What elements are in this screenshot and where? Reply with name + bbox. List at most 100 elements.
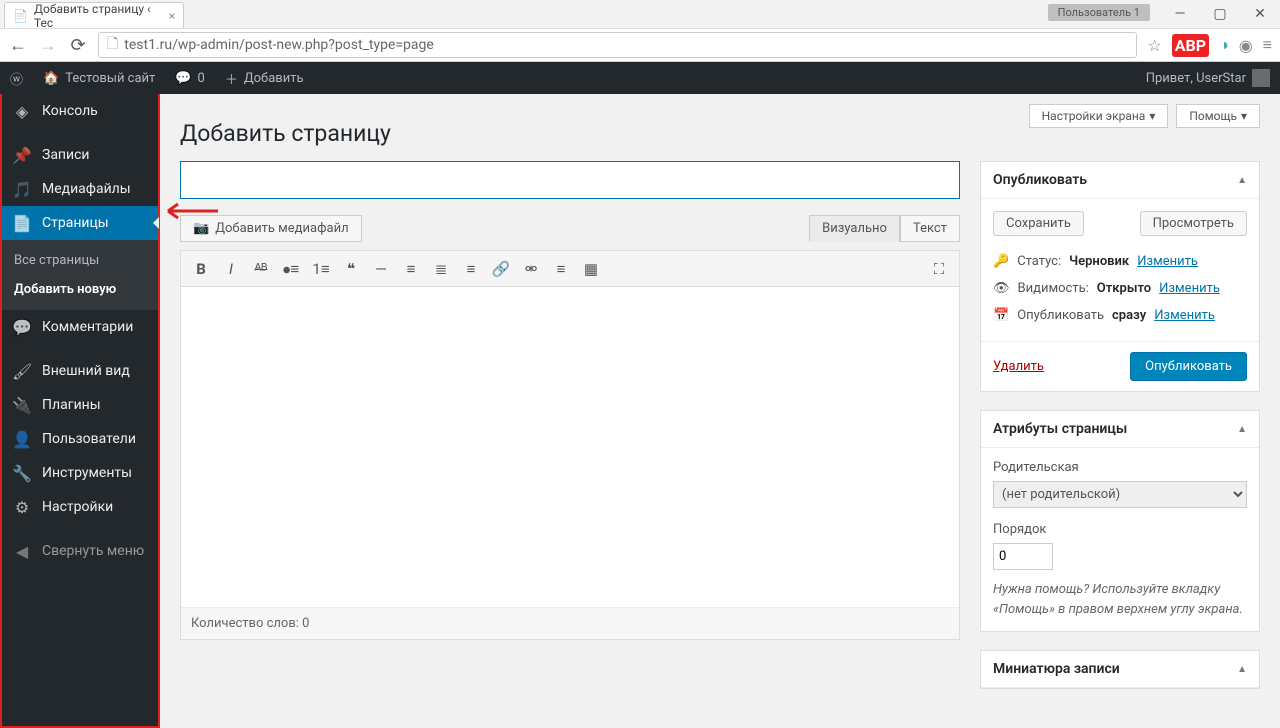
extension-icon[interactable]: ◑ [1219, 35, 1229, 55]
link-button[interactable]: 🔗 [487, 255, 515, 283]
preview-button[interactable]: Просмотреть [1140, 211, 1247, 236]
editor-textarea[interactable] [181, 287, 959, 607]
sidebar-item-tools[interactable]: 🔧Инструменты [2, 456, 158, 490]
close-window-button[interactable]: ✕ [1240, 0, 1280, 28]
eye-icon: 👁 [993, 281, 1010, 296]
word-count: Количество слов: 0 [181, 607, 959, 639]
screen-options-tab[interactable]: Настройки экрана▾ [1029, 104, 1169, 128]
parent-select[interactable]: (нет родительской) [993, 481, 1247, 508]
back-icon[interactable]: ← [8, 35, 28, 56]
comment-icon: 💬 [12, 318, 32, 337]
align-center-button[interactable]: ≣ [427, 255, 455, 283]
editor-toolbar: B I ᴬᴮ ⦁≡ 1≡ ❝ — ≡ ≣ ≡ 🔗 ⚮ ≡ ▦ [181, 251, 959, 287]
toolbar-toggle-button[interactable]: ▦ [577, 255, 605, 283]
home-icon: 🏠 [43, 71, 59, 86]
comment-icon: 💬 [175, 71, 191, 86]
publish-button[interactable]: Опубликовать [1130, 352, 1247, 381]
help-tab[interactable]: Помощь▾ [1176, 104, 1260, 128]
thumbnail-box: Миниатюра записи▲ [980, 650, 1260, 689]
unlink-button[interactable]: ⚮ [517, 255, 545, 283]
user-profile-badge[interactable]: Пользователь 1 [1048, 4, 1150, 21]
site-name-link[interactable]: 🏠Тестовый сайт [33, 62, 165, 94]
avatar [1252, 69, 1270, 87]
sidebar-item-settings[interactable]: ⚙Настройки [2, 490, 158, 524]
edit-visibility-link[interactable]: Изменить [1159, 281, 1220, 296]
content-area: Настройки экрана▾ Помощь▾ Добавить стран… [160, 94, 1280, 728]
sidebar-item-media[interactable]: 🎵Медиафайлы [2, 172, 158, 206]
more-button[interactable]: ≡ [547, 255, 575, 283]
delete-link[interactable]: Удалить [993, 359, 1044, 374]
brush-icon: 🖌 [12, 362, 32, 381]
sidebar-item-comments[interactable]: 💬Комментарии [2, 310, 158, 344]
order-label: Порядок [993, 522, 1247, 537]
extension-icon-2[interactable]: ◉ [1239, 36, 1253, 55]
align-left-button[interactable]: ≡ [397, 255, 425, 283]
chevron-down-icon: ▾ [1149, 109, 1155, 123]
hr-button[interactable]: — [367, 255, 395, 283]
forward-icon[interactable]: → [38, 35, 58, 56]
minimize-button[interactable]: — [1160, 0, 1200, 28]
sidebar-item-posts[interactable]: 📌Записи [2, 138, 158, 172]
pages-submenu: Все страницы Добавить новую [2, 240, 158, 310]
reload-icon[interactable]: ⟳ [68, 35, 88, 56]
adblock-icon[interactable]: ABP [1172, 34, 1209, 57]
chevron-up-icon: ▲ [1237, 175, 1247, 186]
page-icon: 📄 [12, 214, 32, 233]
url-input[interactable]: 🗋 test1.ru/wp-admin/post-new.php?post_ty… [98, 32, 1137, 58]
editor-tab-visual[interactable]: Визуально [809, 215, 900, 242]
add-new-link[interactable]: ＋Добавить [215, 62, 314, 94]
star-icon[interactable]: ☆ [1147, 36, 1161, 55]
window-controls: — ▢ ✕ [1160, 0, 1280, 28]
sidebar-item-console[interactable]: ◈Консоль [2, 94, 158, 128]
pin-icon: 📌 [12, 146, 32, 165]
maximize-button[interactable]: ▢ [1200, 0, 1240, 28]
edit-schedule-link[interactable]: Изменить [1154, 308, 1215, 323]
editor: B I ᴬᴮ ⦁≡ 1≡ ❝ — ≡ ≣ ≡ 🔗 ⚮ ≡ ▦ [180, 250, 960, 640]
save-draft-button[interactable]: Сохранить [993, 211, 1084, 236]
publish-box: Опубликовать▲ Сохранить Просмотреть 🔑Ста… [980, 161, 1260, 392]
italic-button[interactable]: I [217, 255, 245, 283]
bold-button[interactable]: B [187, 255, 215, 283]
bullet-list-button[interactable]: ⦁≡ [277, 255, 305, 283]
thumbnail-box-header[interactable]: Миниатюра записи▲ [981, 651, 1259, 688]
attributes-box-header[interactable]: Атрибуты страницы▲ [981, 411, 1259, 448]
sidebar-item-pages[interactable]: 📄Страницы [2, 206, 158, 240]
wp-logo[interactable]: ⓦ [0, 62, 33, 94]
user-greeting[interactable]: Привет, UserStar [1136, 62, 1280, 94]
editor-tab-text[interactable]: Текст [900, 215, 960, 242]
address-bar: ← → ⟳ 🗋 test1.ru/wp-admin/post-new.php?p… [0, 28, 1280, 62]
url-text: test1.ru/wp-admin/post-new.php?post_type… [124, 37, 434, 53]
post-title-input[interactable] [180, 161, 960, 199]
schedule-row: 📅ОпубликоватьсразуИзменить [993, 302, 1247, 329]
sidebar-item-plugins[interactable]: 🔌Плагины [2, 388, 158, 422]
collapse-icon: ◀ [12, 542, 32, 561]
numbered-list-button[interactable]: 1≡ [307, 255, 335, 283]
publish-box-header[interactable]: Опубликовать▲ [981, 162, 1259, 199]
sidebar-item-appearance[interactable]: 🖌Внешний вид [2, 354, 158, 388]
sidebar-item-users[interactable]: 👤Пользователи [2, 422, 158, 456]
sidebar-collapse[interactable]: ◀Свернуть меню [2, 534, 158, 568]
align-right-button[interactable]: ≡ [457, 255, 485, 283]
fullscreen-button[interactable]: ⛶ [925, 255, 953, 283]
chevron-down-icon: ▾ [1241, 109, 1247, 123]
close-icon[interactable]: × [169, 9, 175, 23]
quote-button[interactable]: ❝ [337, 255, 365, 283]
wp-admin-toolbar: ⓦ 🏠Тестовый сайт 💬0 ＋Добавить Привет, Us… [0, 62, 1280, 94]
menu-icon[interactable]: ≡ [1263, 35, 1272, 55]
gear-icon: ⚙ [12, 498, 32, 517]
chevron-up-icon: ▲ [1237, 424, 1247, 435]
parent-label: Родительская [993, 460, 1247, 475]
strike-button[interactable]: ᴬᴮ [247, 255, 275, 283]
browser-tab[interactable]: 📄 Добавить страницу ‹ Тес × [4, 2, 184, 28]
add-media-button[interactable]: 📷Добавить медиафайл [180, 215, 362, 242]
submenu-add-new[interactable]: Добавить новую [2, 275, 158, 304]
submenu-all-pages[interactable]: Все страницы [2, 246, 158, 275]
attributes-help-text: Нужна помощь? Используйте вкладку «Помощ… [993, 580, 1247, 619]
order-input[interactable] [993, 543, 1053, 570]
tab-favicon: 📄 [13, 9, 28, 23]
edit-status-link[interactable]: Изменить [1137, 254, 1198, 269]
comments-link[interactable]: 💬0 [165, 62, 215, 94]
visibility-row: 👁Видимость:ОткрытоИзменить [993, 275, 1247, 302]
dashboard-icon: ◈ [12, 102, 32, 121]
admin-sidebar: ◈Консоль 📌Записи 🎵Медиафайлы 📄Страницы В… [0, 94, 160, 728]
